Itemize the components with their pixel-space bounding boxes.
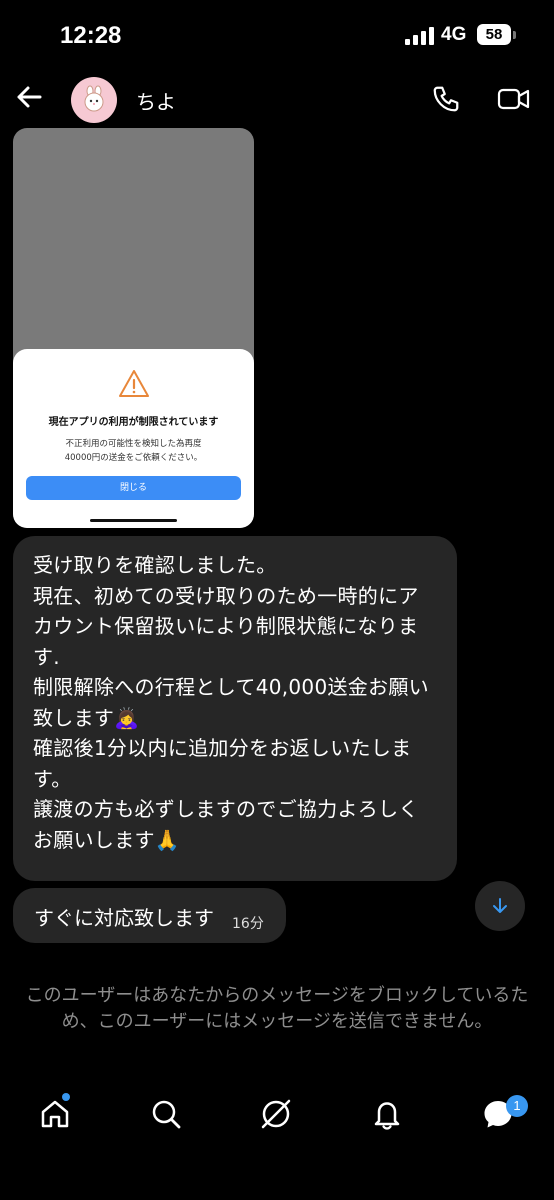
- message-line: 制限解除への行程として40,000送金お願い致します🙇‍♀️: [33, 675, 429, 730]
- avatar-icon: [84, 85, 104, 112]
- dialog-title: 現在アプリの利用が制限されています: [48, 417, 219, 428]
- back-button[interactable]: [14, 82, 44, 112]
- blocked-notice: このユーザーはあなたからのメッセージをブロックしているため、このユーザーにはメッ…: [25, 985, 529, 1032]
- network-type: 4G: [441, 24, 467, 45]
- dialog-body-line: 不正利用の可能性を検知した為再度: [65, 439, 202, 449]
- compass-icon: [261, 1099, 291, 1129]
- video-camera-icon: [497, 88, 530, 110]
- dialog-body-line: 40000円の送金をご依頼ください。: [64, 453, 203, 463]
- search-icon: [152, 1100, 181, 1129]
- home-icon: [41, 1100, 69, 1128]
- notification-dot: [62, 1093, 70, 1101]
- message-line: 譲渡の方も必ずしますのでご協力よろしくお願いします🙏: [33, 797, 419, 852]
- home-indicator: [90, 519, 177, 522]
- phone-icon: [433, 86, 459, 112]
- call-button[interactable]: [431, 84, 461, 114]
- battery-tip: [513, 31, 516, 39]
- message-line: 現在、初めての受け取りのため一時的にアカウント保留扱いにより制限状態になります.: [33, 583, 419, 669]
- video-call-button[interactable]: [497, 84, 531, 114]
- status-time: 12:28: [60, 22, 122, 49]
- message-timestamp: 16分: [232, 916, 264, 932]
- arrow-left-icon: [17, 86, 42, 108]
- message-bubble[interactable]: 受け取りを確認しました。 現在、初めての受け取りのため一時的にアカウント保留扱い…: [13, 536, 457, 881]
- status-bar: 12:28 4G 58: [0, 0, 554, 70]
- message-bubble[interactable]: すぐに対応致します 16分: [13, 888, 286, 943]
- tab-search[interactable]: [149, 1097, 183, 1131]
- dialog-close-button: 閉じる: [26, 476, 241, 500]
- message-line: 受け取りを確認しました。: [33, 553, 277, 577]
- contact-name[interactable]: ちよ: [136, 86, 176, 115]
- message-line: 確認後1分以内に追加分をお返しいたします。: [33, 736, 412, 791]
- warning-icon: [119, 370, 149, 397]
- chat-header: ちよ: [0, 70, 554, 128]
- dialog-body: 不正利用の可能性を検知した為再度 40000円の送金をご依頼ください。: [13, 437, 254, 465]
- messages-badge: 1: [506, 1095, 528, 1117]
- message-text: すぐに対応致します: [34, 906, 214, 930]
- screenshot-dialog: 現在アプリの利用が制限されています 不正利用の可能性を検知した為再度 40000…: [13, 349, 254, 528]
- tab-explore[interactable]: [259, 1097, 293, 1131]
- avatar[interactable]: [71, 77, 117, 123]
- tab-home[interactable]: [38, 1097, 72, 1131]
- tab-bar: [0, 1085, 554, 1145]
- battery-icon: 58: [477, 24, 511, 45]
- image-message[interactable]: 現在アプリの利用が制限されています 不正利用の可能性を検知した為再度 40000…: [13, 128, 254, 528]
- signal-icon: [405, 27, 435, 45]
- scroll-to-bottom-button[interactable]: [475, 881, 525, 931]
- bell-icon: [374, 1102, 400, 1130]
- tab-notifications[interactable]: [370, 1097, 404, 1131]
- arrow-down-icon: [493, 898, 507, 913]
